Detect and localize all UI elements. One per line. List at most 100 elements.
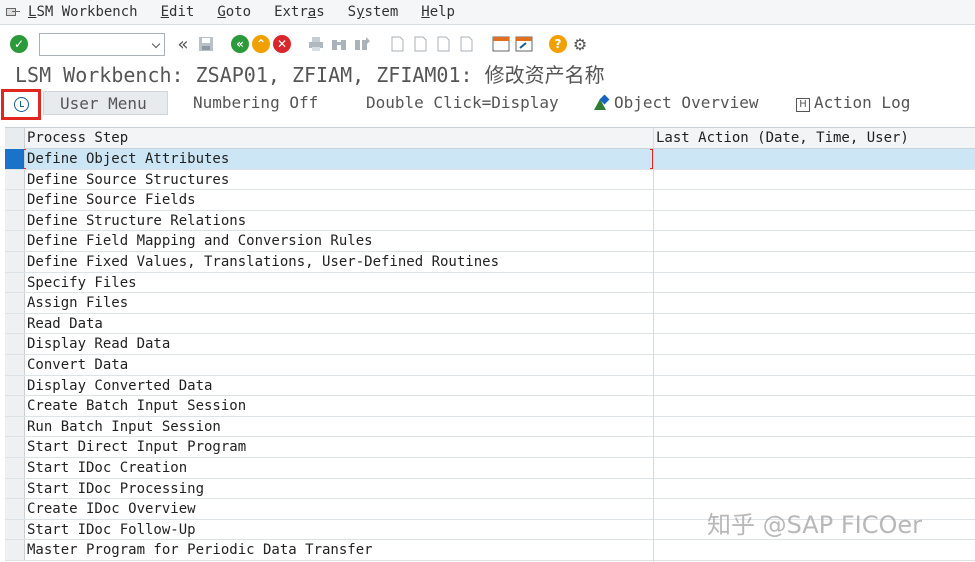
row-selector[interactable]: [5, 375, 25, 396]
table-row[interactable]: Read Data: [5, 313, 975, 335]
process-step-label[interactable]: Display Read Data: [27, 336, 170, 352]
process-step-table: Process Step Last Action (Date, Time, Us…: [5, 127, 975, 562]
table-row[interactable]: Start IDoc Creation: [5, 458, 975, 479]
table-row[interactable]: Start IDoc Processing: [5, 478, 975, 500]
application-toolbar: User Menu Numbering Off Double Click=Dis…: [0, 89, 975, 120]
menu-goto[interactable]: Goto: [217, 4, 251, 20]
process-step-label[interactable]: Start IDoc Creation: [27, 460, 187, 476]
process-step-label[interactable]: Define Source Fields: [27, 192, 196, 208]
menu-edit[interactable]: Edit: [161, 4, 195, 20]
customize-layout-icon[interactable]: ⚙: [570, 34, 590, 54]
save-icon[interactable]: [196, 34, 216, 54]
execute-button[interactable]: [1, 89, 41, 120]
row-selector[interactable]: [5, 416, 25, 437]
row-selector[interactable]: [5, 355, 25, 375]
table-row[interactable]: Define Object Attributes: [5, 149, 975, 170]
process-step-label[interactable]: Define Fixed Values, Translations, User-…: [27, 254, 499, 270]
table-row[interactable]: Define Source Fields: [5, 190, 975, 211]
column-header-process-step[interactable]: Process Step: [27, 130, 128, 146]
table-row[interactable]: Run Batch Input Session: [5, 416, 975, 438]
table-row[interactable]: Create Batch Input Session: [5, 396, 975, 417]
menu-help[interactable]: Help: [421, 4, 455, 20]
page-title: LSM Workbench: ZSAP01, ZFIAM, ZFIAM01: 修…: [15, 63, 605, 87]
menu-lsm-workbench[interactable]: LSM Workbench: [28, 4, 138, 20]
double-left-arrow-icon[interactable]: «: [173, 34, 193, 55]
row-selector[interactable]: [5, 540, 25, 560]
table-row[interactable]: Create IDoc Overview: [5, 499, 975, 520]
menu-system[interactable]: System: [348, 4, 399, 20]
process-step-label[interactable]: Create IDoc Overview: [27, 501, 196, 517]
row-selector[interactable]: [5, 458, 25, 478]
print-icon[interactable]: [306, 34, 326, 54]
row-selector[interactable]: [5, 499, 25, 519]
process-step-label[interactable]: Assign Files: [27, 295, 128, 311]
process-step-label[interactable]: Read Data: [27, 316, 103, 332]
enter-check-icon[interactable]: ✓: [10, 35, 28, 53]
action-log-label: Action Log: [814, 93, 911, 112]
process-step-label[interactable]: Define Structure Relations: [27, 213, 246, 229]
find-next-icon[interactable]: [352, 34, 372, 54]
table-row[interactable]: Specify Files: [5, 272, 975, 294]
find-icon[interactable]: [329, 34, 349, 54]
next-page-icon[interactable]: [433, 34, 453, 54]
process-step-label[interactable]: Define Field Mapping and Conversion Rule…: [27, 233, 373, 249]
row-selector[interactable]: [5, 478, 25, 499]
process-step-label[interactable]: Define Source Structures: [27, 172, 229, 188]
row-selector[interactable]: [5, 293, 25, 313]
row-selector[interactable]: [5, 190, 25, 210]
object-overview-button[interactable]: Object Overview: [594, 93, 759, 112]
process-step-label[interactable]: Specify Files: [27, 275, 137, 291]
exit-icon[interactable]: ⌃: [252, 35, 270, 53]
row-selector[interactable]: [5, 169, 25, 190]
row-selector[interactable]: [5, 252, 25, 272]
table-row[interactable]: Define Source Structures: [5, 169, 975, 191]
table-row[interactable]: Convert Data: [5, 355, 975, 376]
table-row[interactable]: Start Direct Input Program: [5, 437, 975, 458]
process-step-label[interactable]: Define Object Attributes: [27, 151, 229, 167]
sap-menu-icon[interactable]: [6, 6, 20, 18]
process-step-label[interactable]: Start IDoc Follow-Up: [27, 522, 196, 538]
row-selector[interactable]: [5, 437, 25, 457]
user-menu-button[interactable]: User Menu: [43, 91, 168, 115]
table-row[interactable]: Define Field Mapping and Conversion Rule…: [5, 231, 975, 252]
row-selector[interactable]: [5, 313, 25, 334]
process-step-label[interactable]: Create Batch Input Session: [27, 398, 246, 414]
process-step-label[interactable]: Convert Data: [27, 357, 128, 373]
row-selector[interactable]: [5, 334, 25, 354]
table-row[interactable]: Master Program for Periodic Data Transfe…: [5, 540, 975, 561]
double-click-display-button[interactable]: Double Click=Display: [366, 93, 559, 112]
process-step-label[interactable]: Master Program for Periodic Data Transfe…: [27, 542, 373, 558]
cancel-icon[interactable]: ✕: [273, 35, 291, 53]
table-row[interactable]: Start IDoc Follow-Up: [5, 519, 975, 541]
previous-page-icon[interactable]: [410, 34, 430, 54]
table-row[interactable]: Display Converted Data: [5, 375, 975, 397]
row-selector[interactable]: [5, 210, 25, 231]
row-selector[interactable]: [5, 231, 25, 251]
process-step-label[interactable]: Run Batch Input Session: [27, 419, 221, 435]
command-field[interactable]: [39, 32, 165, 56]
back-icon[interactable]: «: [231, 35, 249, 53]
row-selector[interactable]: [5, 519, 25, 540]
first-page-icon[interactable]: [387, 34, 407, 54]
table-row[interactable]: Assign Files: [5, 293, 975, 314]
table-row[interactable]: Display Read Data: [5, 334, 975, 355]
new-session-icon[interactable]: [491, 34, 511, 54]
row-selector[interactable]: [5, 272, 25, 293]
row-selector[interactable]: [5, 396, 25, 416]
action-log-button[interactable]: H Action Log: [796, 93, 910, 112]
column-divider: [653, 128, 654, 562]
process-step-label[interactable]: Start IDoc Processing: [27, 481, 204, 497]
help-icon[interactable]: ?: [549, 35, 567, 53]
numbering-off-button[interactable]: Numbering Off: [193, 93, 318, 112]
process-step-label[interactable]: Start Direct Input Program: [27, 439, 246, 455]
table-row[interactable]: Define Fixed Values, Translations, User-…: [5, 252, 975, 273]
row-selector[interactable]: [5, 149, 25, 169]
column-header-last-action[interactable]: Last Action (Date, Time, User): [656, 130, 909, 146]
table-header: Process Step Last Action (Date, Time, Us…: [5, 128, 975, 149]
select-all-cell[interactable]: [5, 128, 25, 149]
menu-extras[interactable]: Extras: [274, 4, 325, 20]
shortcut-icon[interactable]: [514, 34, 534, 54]
process-step-label[interactable]: Display Converted Data: [27, 378, 212, 394]
table-row[interactable]: Define Structure Relations: [5, 210, 975, 232]
last-page-icon[interactable]: [456, 34, 476, 54]
